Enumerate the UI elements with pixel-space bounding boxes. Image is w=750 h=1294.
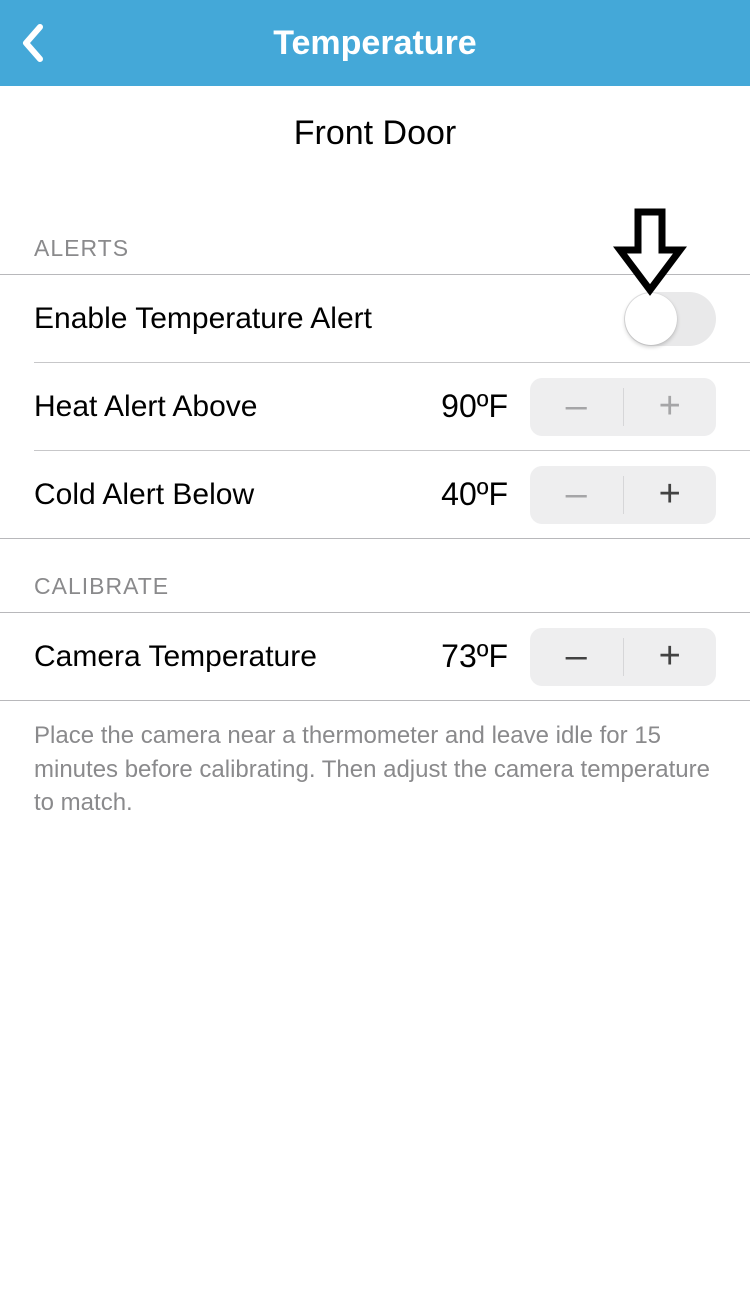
heat-alert-value: 90ºF (441, 388, 508, 425)
plus-icon: + (659, 635, 681, 678)
section-header-calibrate: CALIBRATE (0, 539, 750, 613)
row-heat-alert: Heat Alert Above 90ºF – + (34, 363, 750, 451)
cold-alert-decrement[interactable]: – (530, 466, 623, 524)
chevron-left-icon (20, 23, 44, 63)
cold-alert-stepper: – + (530, 466, 716, 524)
heat-alert-unit: ºF (477, 388, 508, 424)
app-header: Temperature (0, 0, 750, 86)
minus-icon: – (566, 635, 587, 678)
heat-alert-decrement[interactable]: – (530, 378, 623, 436)
heat-alert-label: Heat Alert Above (34, 390, 441, 424)
plus-icon: + (659, 385, 681, 428)
camera-temp-stepper: – + (530, 628, 716, 686)
camera-temp-label: Camera Temperature (34, 640, 441, 674)
camera-temp-decrement[interactable]: – (530, 628, 623, 686)
enable-alert-label: Enable Temperature Alert (34, 302, 624, 336)
calibrate-footnote: Place the camera near a thermometer and … (0, 701, 750, 838)
toggle-knob (625, 293, 677, 345)
minus-icon: – (566, 385, 587, 428)
cold-alert-unit: ºF (477, 476, 508, 512)
heat-alert-increment[interactable]: + (624, 378, 717, 436)
cold-alert-number: 40 (441, 476, 477, 512)
device-name: Front Door (0, 86, 750, 201)
row-enable-alert: Enable Temperature Alert (34, 275, 750, 363)
cold-alert-increment[interactable]: + (624, 466, 717, 524)
minus-icon: – (566, 473, 587, 516)
camera-temp-number: 73 (441, 638, 477, 674)
camera-temp-increment[interactable]: + (624, 628, 717, 686)
plus-icon: + (659, 473, 681, 516)
back-button[interactable] (8, 19, 56, 67)
cold-alert-label: Cold Alert Below (34, 478, 441, 512)
heat-alert-stepper: – + (530, 378, 716, 436)
camera-temp-value: 73ºF (441, 638, 508, 675)
enable-alert-toggle[interactable] (624, 292, 716, 346)
camera-temp-unit: ºF (477, 638, 508, 674)
section-header-alerts: ALERTS (0, 201, 750, 275)
heat-alert-number: 90 (441, 388, 477, 424)
page-title: Temperature (0, 24, 750, 63)
cold-alert-value: 40ºF (441, 476, 508, 513)
